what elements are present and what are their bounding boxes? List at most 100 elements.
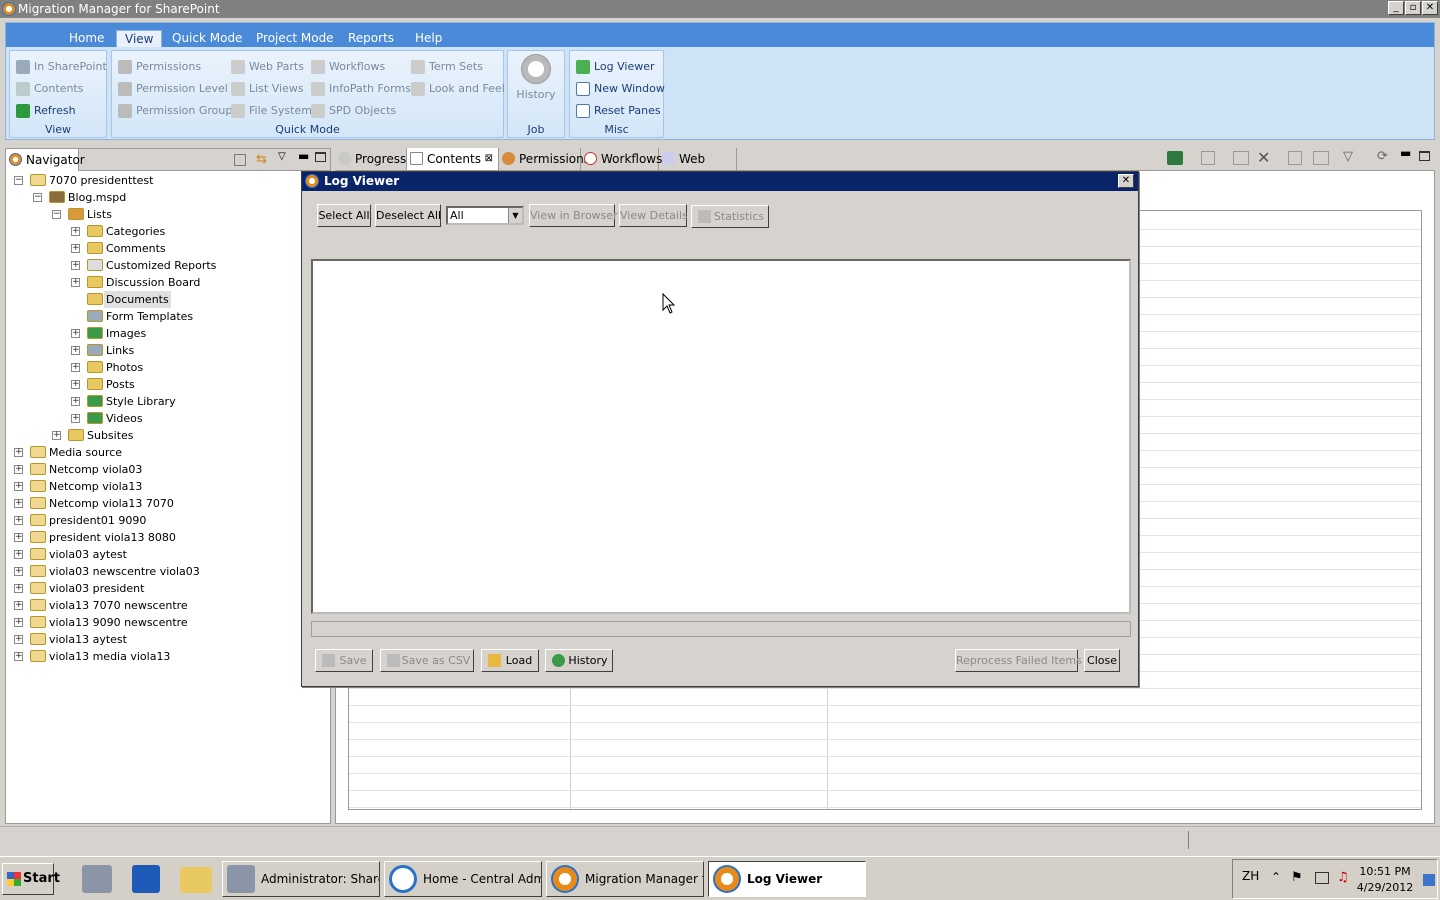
- collapse-all-icon[interactable]: [234, 154, 246, 166]
- workflows-button[interactable]: Workflows: [309, 57, 385, 77]
- tree-item[interactable]: + Photos: [6, 359, 326, 376]
- expand-icon[interactable]: +: [14, 618, 23, 627]
- delete-icon[interactable]: ✕: [1257, 148, 1270, 167]
- expand-icon[interactable]: +: [71, 380, 80, 389]
- tree-item[interactable]: + Customized Reports: [6, 257, 326, 274]
- tree-item[interactable]: + viola13 media viola13: [6, 648, 326, 665]
- filter-select[interactable]: All ▼: [446, 206, 524, 225]
- list-views-button[interactable]: List Views: [229, 79, 304, 99]
- maximize-pane-icon[interactable]: [315, 152, 326, 162]
- expand-icon[interactable]: +: [14, 499, 23, 508]
- tree-item[interactable]: + viola03 newscentre viola03: [6, 563, 326, 580]
- reset-panes-button[interactable]: Reset Panes: [574, 101, 661, 121]
- restore-button[interactable]: ▫: [1405, 1, 1421, 15]
- dialog-close-icon[interactable]: ✕: [1118, 174, 1134, 188]
- expand-icon[interactable]: +: [14, 516, 23, 525]
- maximize-pane-icon[interactable]: [1419, 151, 1430, 161]
- tree-item[interactable]: + Comments: [6, 240, 326, 257]
- expand-icon[interactable]: +: [14, 652, 23, 661]
- task-administrator-shell[interactable]: Administrator: Share...: [222, 861, 380, 897]
- chevron-down-icon[interactable]: ▼: [508, 208, 522, 223]
- tree-item[interactable]: − Blog.mspd: [6, 189, 326, 206]
- tree-item[interactable]: + Posts: [6, 376, 326, 393]
- tree-item[interactable]: − 7070 presidenttest: [6, 172, 326, 189]
- deselect-all-button[interactable]: Deselect All: [375, 204, 441, 227]
- contents-button[interactable]: Contents: [14, 79, 83, 99]
- expand-icon[interactable]: +: [71, 346, 80, 355]
- minimize-pane-icon[interactable]: ▬: [298, 149, 309, 163]
- expand-icon[interactable]: +: [14, 601, 23, 610]
- tab-permissions[interactable]: Permissions: [499, 148, 590, 170]
- expand-icon[interactable]: +: [14, 465, 23, 474]
- tree-item[interactable]: + Netcomp viola13: [6, 478, 326, 495]
- expand-icon[interactable]: +: [71, 244, 80, 253]
- tab-reports[interactable]: Reports: [340, 30, 402, 47]
- history-clock-icon[interactable]: [521, 54, 551, 84]
- history-button[interactable]: History: [508, 88, 564, 101]
- task-log-viewer[interactable]: Log Viewer: [708, 861, 866, 897]
- start-button[interactable]: Start: [2, 863, 60, 895]
- log-list[interactable]: [311, 259, 1131, 614]
- select-all-button[interactable]: Select All: [317, 204, 371, 227]
- permission-level-button[interactable]: Permission Level: [116, 79, 228, 99]
- save-button[interactable]: Save: [315, 649, 373, 672]
- refresh-button[interactable]: Refresh: [14, 101, 76, 121]
- view-details-button[interactable]: View Details: [619, 204, 688, 227]
- statistics-button[interactable]: Statistics: [691, 205, 769, 228]
- tree-item[interactable]: + Discussion Board: [6, 274, 326, 291]
- expand-icon[interactable]: +: [14, 567, 23, 576]
- permission-groups-button[interactable]: Permission Groups: [116, 101, 238, 121]
- properties-icon[interactable]: [1288, 151, 1302, 165]
- tree-item[interactable]: + Subsites: [6, 427, 326, 444]
- filter-icon[interactable]: ▽: [1343, 149, 1353, 164]
- volume-muted-icon[interactable]: ♫: [1337, 870, 1349, 885]
- expand-icon[interactable]: +: [71, 227, 80, 236]
- expand-icon[interactable]: +: [14, 584, 23, 593]
- tree-item[interactable]: + Netcomp viola13 7070: [6, 495, 326, 512]
- tree-item[interactable]: + viola03 president: [6, 580, 326, 597]
- clock-time[interactable]: 10:51 PM: [1355, 865, 1415, 878]
- tab-contents[interactable]: Contents ⊠: [407, 148, 499, 170]
- tree-item[interactable]: + Videos: [6, 410, 326, 427]
- view-menu-icon[interactable]: ▽: [278, 151, 286, 162]
- collapse-icon[interactable]: −: [52, 210, 61, 219]
- tab-quick-mode[interactable]: Quick Mode: [164, 30, 250, 47]
- expand-icon[interactable]: +: [52, 431, 61, 440]
- close-window-button[interactable]: ✕: [1422, 1, 1438, 15]
- task-migration-manager[interactable]: Migration Manager fo...: [546, 861, 704, 897]
- tree-item[interactable]: + Images: [6, 325, 326, 342]
- expand-icon[interactable]: +: [71, 397, 80, 406]
- tree-item[interactable]: + Categories: [6, 223, 326, 240]
- tree-item[interactable]: + viola13 aytest: [6, 631, 326, 648]
- explorer-folder-icon[interactable]: [180, 867, 212, 893]
- refresh-icon[interactable]: ⟳: [1377, 149, 1388, 164]
- tab-help[interactable]: Help: [407, 30, 450, 47]
- tab-project-mode[interactable]: Project Mode: [248, 30, 342, 47]
- show-hidden-icons[interactable]: ⌃: [1271, 870, 1281, 884]
- expand-icon[interactable]: +: [14, 533, 23, 542]
- show-desktop-icon[interactable]: [1423, 874, 1435, 886]
- reprocess-failed-items-button[interactable]: Reprocess Failed Items: [955, 649, 1082, 672]
- tree-item[interactable]: + Netcomp viola03: [6, 461, 326, 478]
- tab-navigator[interactable]: Navigator: [6, 149, 85, 171]
- tab-workflows[interactable]: Workflows: [581, 148, 662, 170]
- tree-item[interactable]: − Lists: [6, 206, 326, 223]
- expand-icon[interactable]: +: [71, 414, 80, 423]
- look-and-feel-button[interactable]: Look and Feel: [409, 79, 505, 99]
- tab-home[interactable]: Home: [61, 30, 112, 47]
- expand-icon[interactable]: +: [14, 482, 23, 491]
- clock-date[interactable]: 4/29/2012: [1355, 881, 1415, 894]
- tree-item[interactable]: + viola13 9090 newscentre: [6, 614, 326, 631]
- sync-icon[interactable]: ⇆: [256, 153, 270, 167]
- new-folder-icon[interactable]: [1201, 151, 1215, 165]
- tree-item[interactable]: + president viola13 8080: [6, 529, 326, 546]
- log-viewer-button[interactable]: Log Viewer: [574, 57, 655, 77]
- tree-item[interactable]: Form Templates: [6, 308, 326, 325]
- export-icon[interactable]: [1167, 151, 1183, 165]
- powershell-icon[interactable]: [132, 865, 160, 893]
- history-button[interactable]: History: [545, 649, 613, 672]
- tree-item[interactable]: + Media source: [6, 444, 326, 461]
- task-central-admin[interactable]: Home - Central Admin...: [384, 861, 542, 897]
- tree-item[interactable]: + viola03 aytest: [6, 546, 326, 563]
- spd-objects-button[interactable]: SPD Objects: [309, 101, 396, 121]
